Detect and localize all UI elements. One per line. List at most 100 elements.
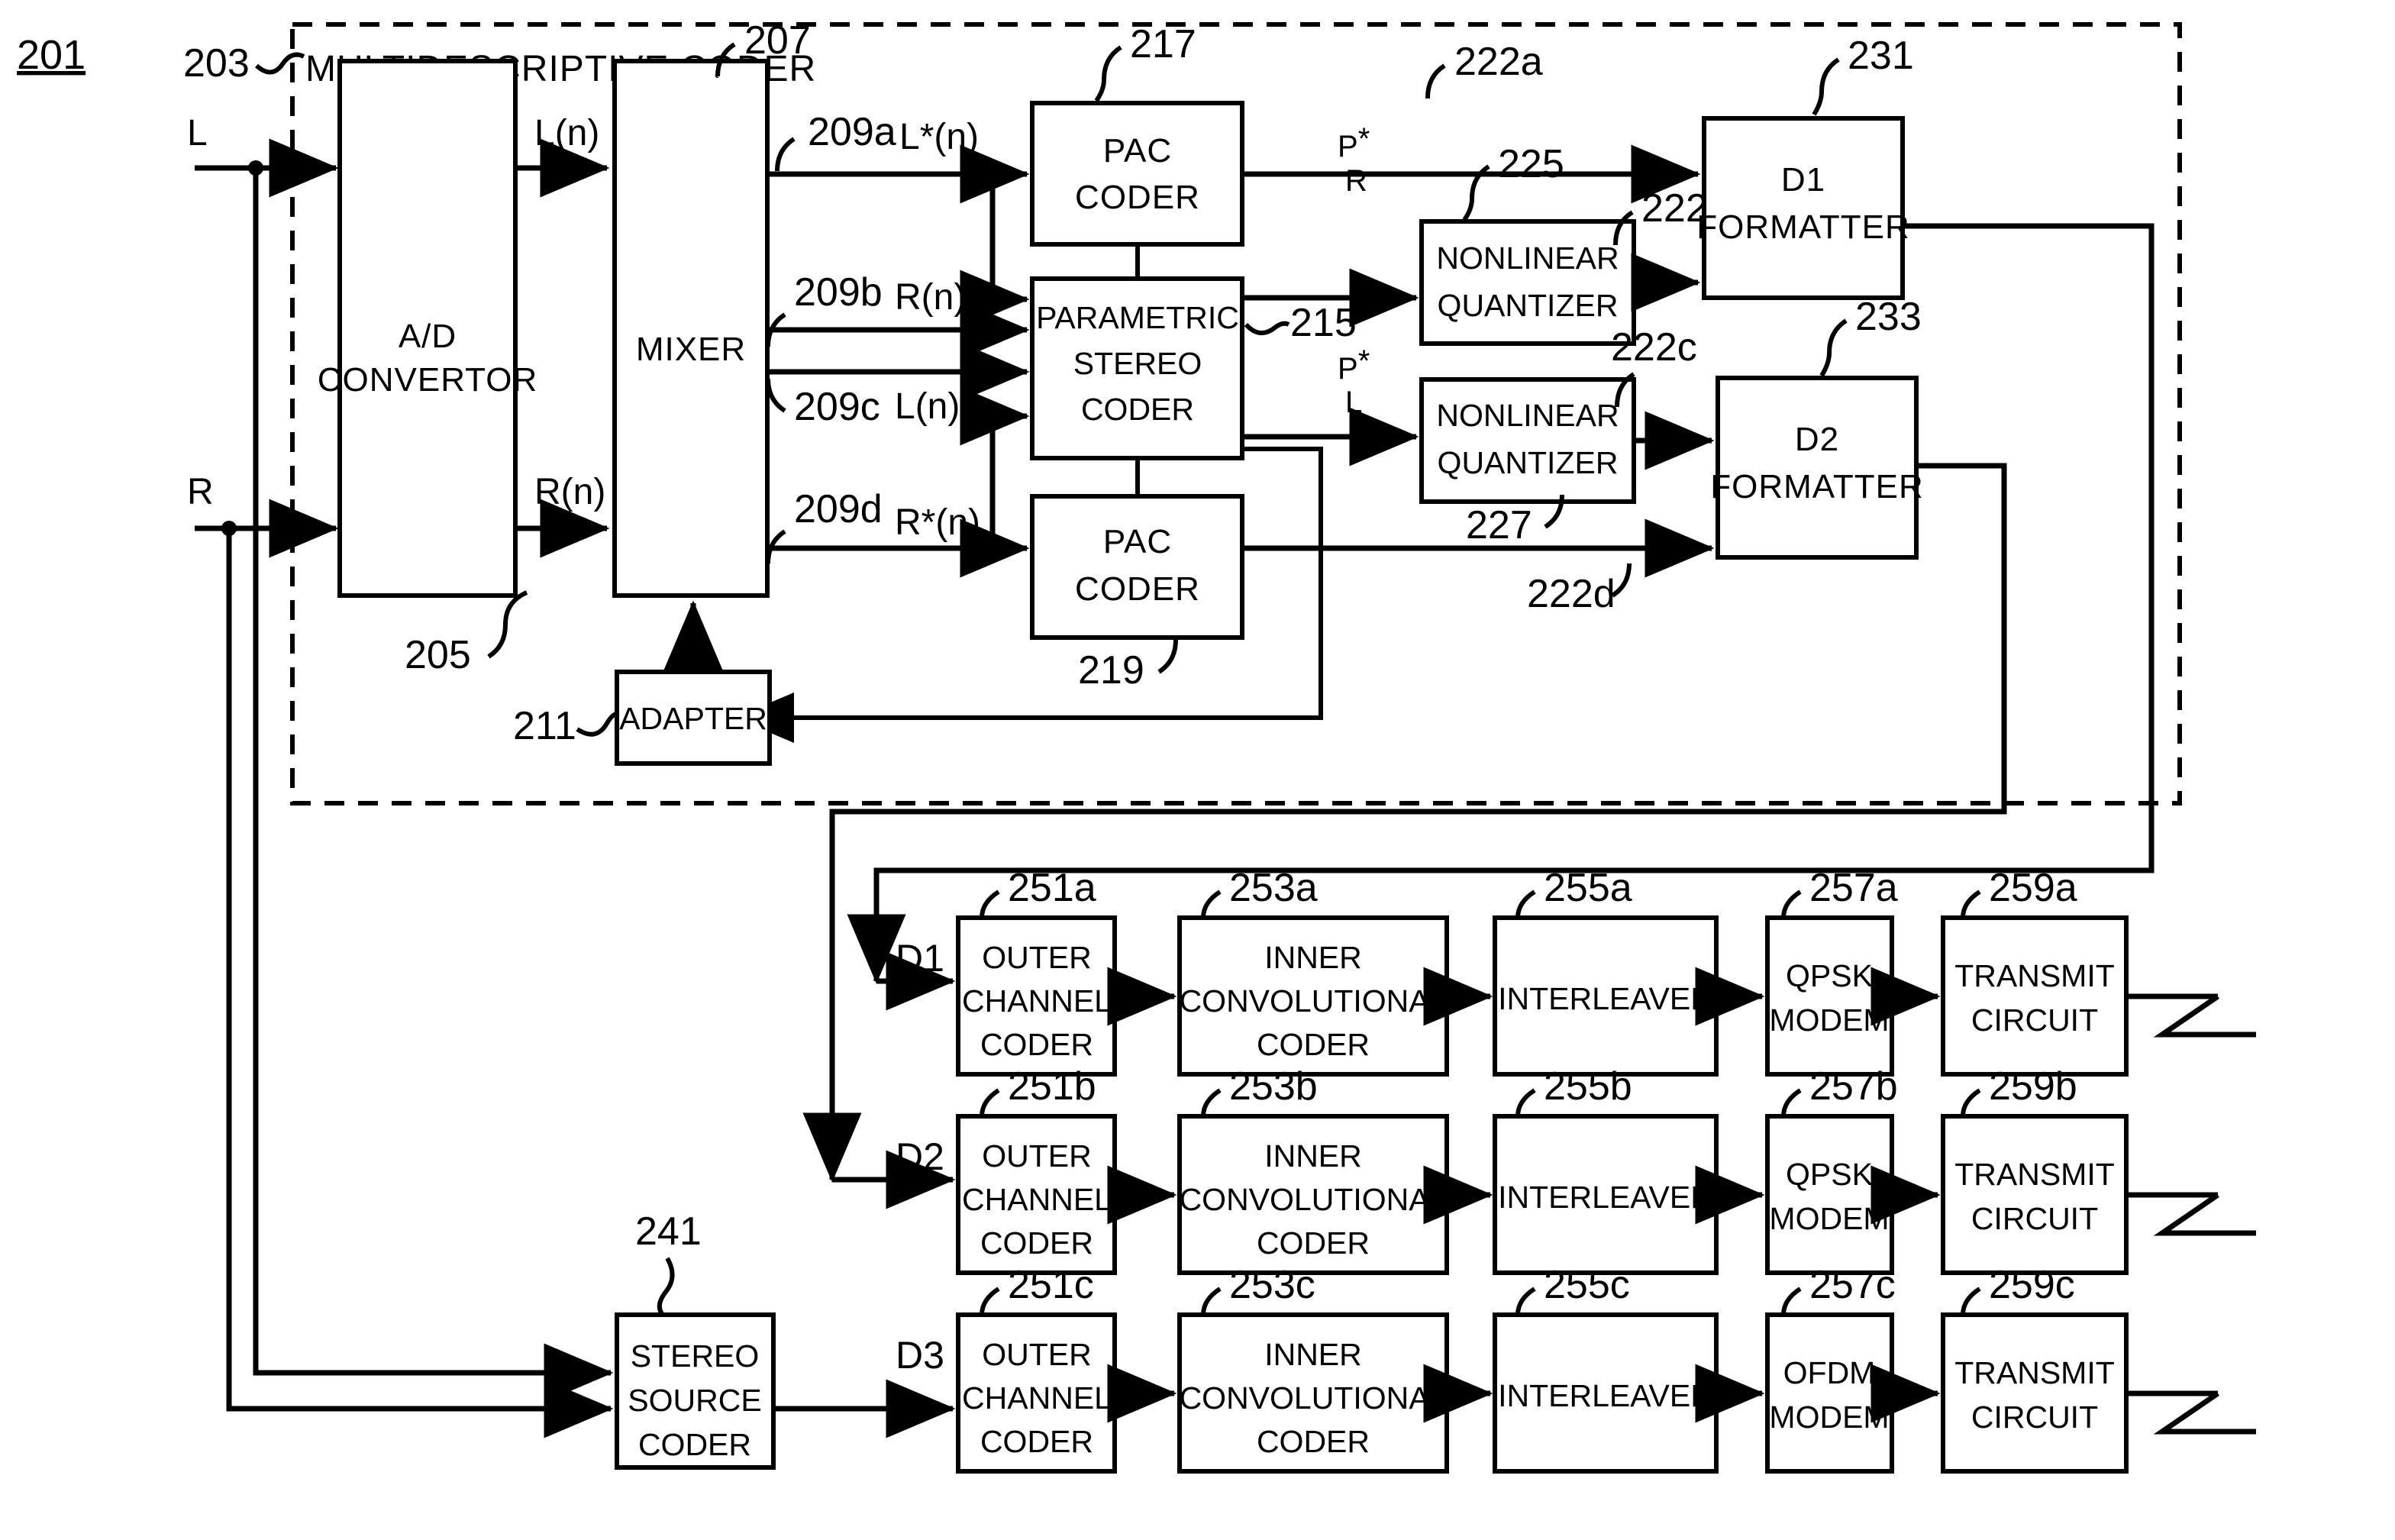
b251a-l2: CHANNEL [962, 983, 1112, 1019]
b251c-l1: OUTER [982, 1337, 1092, 1372]
block-diagram-canvas: 201 203 MULTIDESCRIPTIVE CODER L R A/D C… [17, 18, 2256, 1474]
d2-formatter-line2: FORMATTER [1710, 468, 1924, 505]
leader-259b [1961, 1088, 1981, 1117]
leader-209c [766, 378, 786, 413]
ref-222a: 222a [1454, 40, 1543, 84]
ref-217: 217 [1130, 22, 1196, 66]
leader-209a [775, 137, 796, 172]
b257b-l2: MODEM [1769, 1201, 1889, 1236]
signal-209b-label: R(n) [895, 277, 966, 318]
leader-205 [487, 590, 528, 659]
block-257a[interactable] [1765, 915, 1894, 1077]
leader-257b [1781, 1088, 1802, 1117]
ref-209b: 209b [794, 270, 883, 315]
b255c-l1: INTERLEAVER [1498, 1378, 1713, 1413]
ref-215: 215 [1290, 301, 1357, 345]
leader-222a [1425, 63, 1446, 98]
d1-formatter-line2: FORMATTER [1696, 208, 1910, 246]
b253a-l2: CONVOLUTIONAL [1180, 983, 1448, 1019]
b253c-l1: INNER [1264, 1337, 1362, 1372]
leader-215 [1244, 321, 1290, 335]
pstereo-line3: CODER [1081, 392, 1194, 427]
b253a-l3: CODER [1257, 1027, 1370, 1062]
leader-203 [254, 52, 305, 75]
signal-209a-label: L*(n) [899, 117, 979, 157]
signal-pl-base: P* [1338, 344, 1370, 386]
leader-219 [1157, 639, 1178, 674]
block-257c[interactable] [1765, 1312, 1894, 1474]
ref-233: 233 [1855, 295, 1922, 339]
ref-209d: 209d [794, 487, 883, 531]
b257a-l1: QPSK [1786, 958, 1873, 993]
b251c-l3: CODER [980, 1424, 1093, 1459]
signal-pr-base: P* [1338, 122, 1370, 163]
b253b-l1: INNER [1264, 1138, 1362, 1174]
ref-257c: 257c [1809, 1263, 1896, 1307]
input-label-left: L [187, 113, 208, 153]
b257b-l1: QPSK [1786, 1157, 1873, 1192]
b251c-l2: CHANNEL [962, 1380, 1112, 1416]
block-259c[interactable] [1941, 1312, 2129, 1474]
b259a-l2: CIRCUIT [1971, 1002, 2098, 1038]
ref-251a: 251a [1008, 866, 1096, 910]
pac-coder-bottom-line1: PAC [1103, 523, 1172, 560]
b253c-l3: CODER [1257, 1424, 1370, 1459]
ad-convertor-label-line2: CONVERTOR [318, 361, 538, 399]
block-pac-coder-top[interactable] [1030, 101, 1244, 247]
pac-coder-top-line2: CODER [1075, 179, 1200, 216]
ref-222c: 222c [1611, 325, 1697, 370]
leader-255b [1515, 1088, 1536, 1117]
ref-209c: 209c [794, 385, 880, 429]
leader-253a [1201, 889, 1222, 919]
signal-ad-out-right: R(n) [534, 472, 605, 512]
signal-209d-label: R*(n) [895, 502, 980, 543]
block-257b[interactable] [1765, 1114, 1894, 1275]
antenna-symbol-c [2153, 1391, 2256, 1435]
nlq-top-line2: QUANTIZER [1438, 288, 1619, 323]
pstereo-line2: STEREO [1073, 346, 1202, 381]
nlq-top-line1: NONLINEAR [1436, 241, 1619, 276]
leader-259c [1961, 1287, 1981, 1316]
line-209a-branch-to-pstereo [960, 174, 1030, 329]
antenna-symbol-a [2153, 994, 2256, 1038]
ref-231: 231 [1848, 34, 1914, 78]
adapter-label: ADAPTER [619, 701, 767, 736]
block-nonlinear-quantizer-top[interactable] [1419, 219, 1636, 346]
b251b-l1: OUTER [982, 1138, 1092, 1174]
chain-d3-input-label: D3 [896, 1334, 944, 1377]
block-259b[interactable] [1941, 1114, 2129, 1275]
stereo-source-line1: STEREO [631, 1338, 760, 1374]
b251a-l3: CODER [980, 1027, 1093, 1062]
stereo-source-line2: SOURCE [628, 1383, 761, 1418]
ref-255a: 255a [1544, 866, 1632, 910]
leader-255a [1515, 889, 1536, 919]
signal-209c-label: L(n) [895, 386, 960, 427]
leader-233 [1819, 318, 1848, 377]
ref-227: 227 [1466, 503, 1532, 547]
b259c-l2: CIRCUIT [1971, 1400, 2098, 1435]
ref-241: 241 [635, 1209, 702, 1254]
b257a-l2: MODEM [1769, 1002, 1889, 1038]
ref-207: 207 [744, 18, 811, 63]
ref-225: 225 [1498, 142, 1564, 186]
leader-217 [1094, 45, 1122, 102]
pac-coder-top-line1: PAC [1103, 132, 1172, 169]
ref-255b: 255b [1544, 1064, 1632, 1109]
ref-253b: 253b [1229, 1064, 1318, 1109]
ref-255c: 255c [1544, 1263, 1630, 1307]
d1-formatter-line1: D1 [1781, 161, 1825, 199]
leader-231 [1812, 57, 1840, 116]
leader-255c [1515, 1287, 1536, 1316]
b259b-l2: CIRCUIT [1971, 1201, 2098, 1236]
b255a-l1: INTERLEAVER [1498, 981, 1713, 1016]
b253a-l1: INNER [1264, 940, 1362, 975]
block-mixer[interactable] [612, 59, 770, 598]
ref-205: 205 [405, 633, 471, 677]
ref-211: 211 [513, 704, 576, 748]
ref-259a: 259a [1989, 866, 2077, 910]
pstereo-line1: PARAMETRIC [1036, 300, 1239, 335]
block-259a[interactable] [1941, 915, 2129, 1077]
chain-d2-input-label: D2 [896, 1135, 944, 1178]
block-pac-coder-bottom[interactable] [1030, 494, 1244, 640]
stereo-source-line3: CODER [638, 1427, 751, 1462]
